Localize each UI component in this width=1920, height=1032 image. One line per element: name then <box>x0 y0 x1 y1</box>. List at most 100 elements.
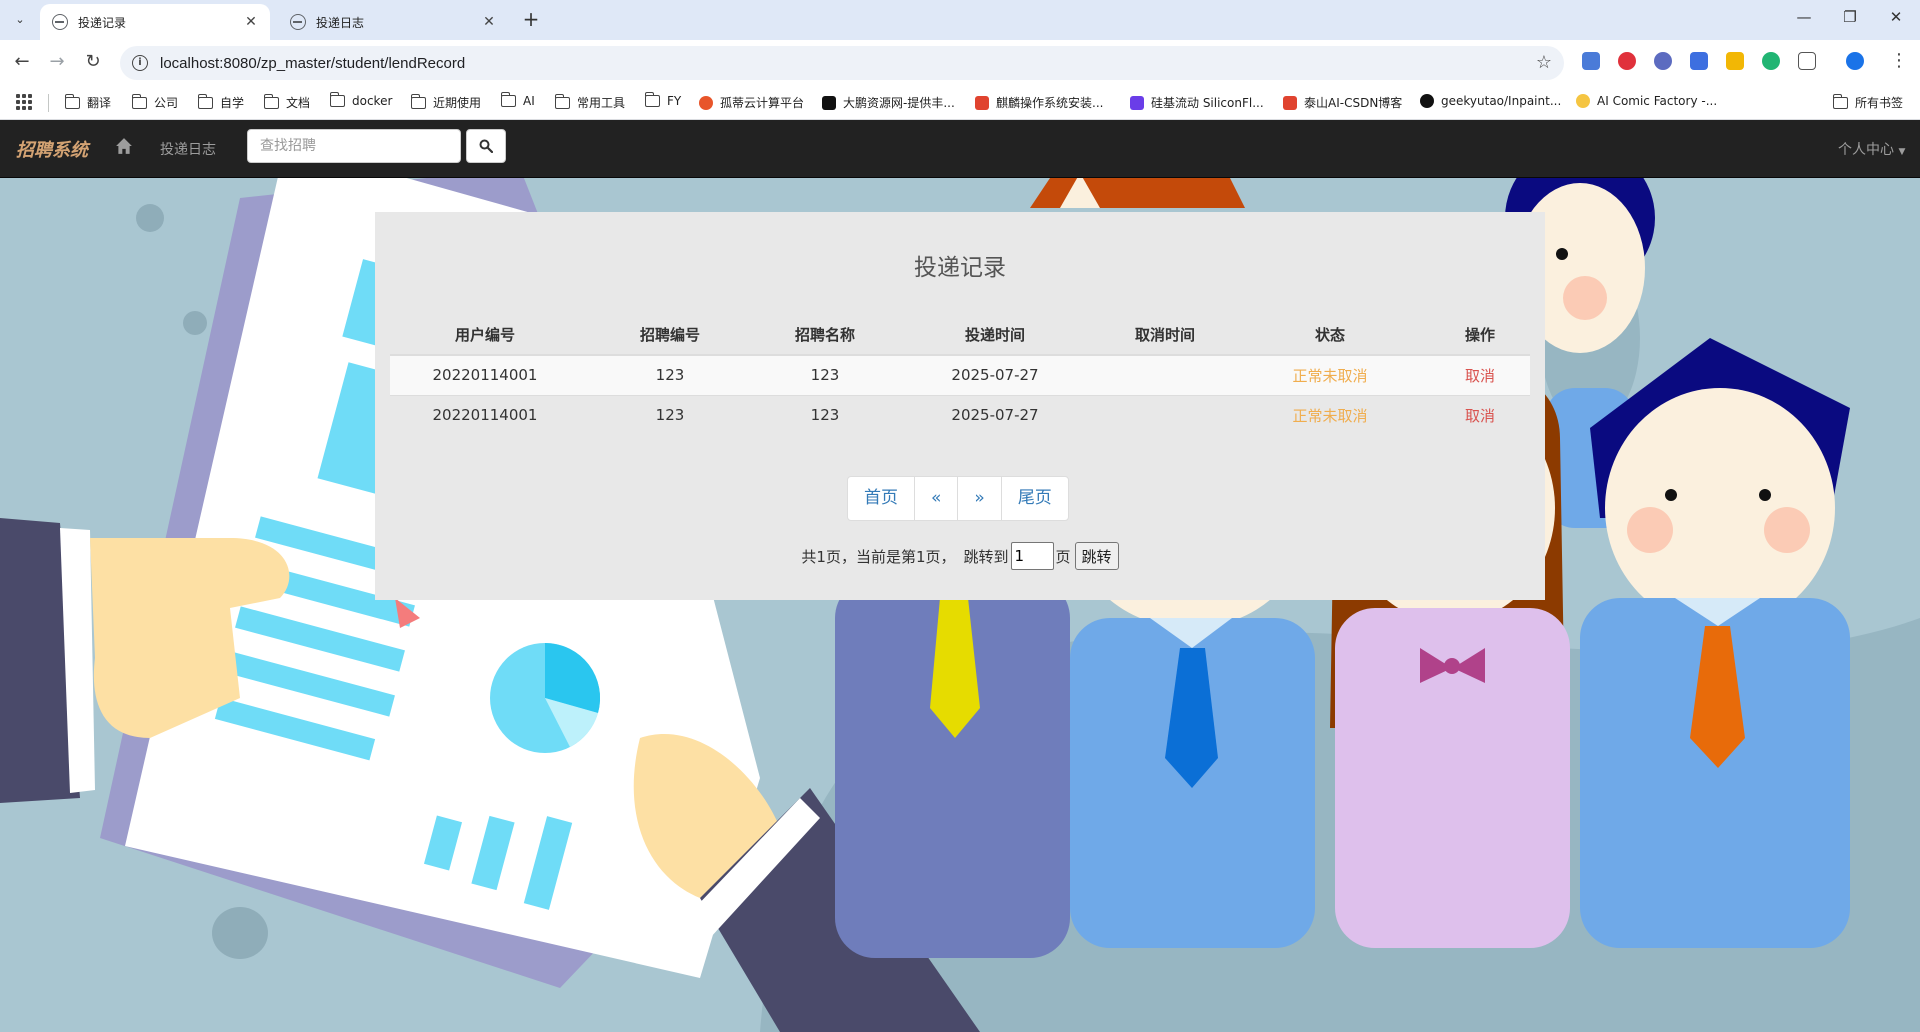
site-icon <box>1576 94 1590 108</box>
cancel-button[interactable]: 取消 <box>1465 367 1495 385</box>
bookmark-folder[interactable]: 自学 <box>197 93 244 111</box>
column-header: 用户编号 <box>390 315 580 356</box>
minimize-button[interactable]: — <box>1794 8 1814 26</box>
divider <box>48 94 49 112</box>
jump-button[interactable]: 跳转 <box>1074 542 1119 570</box>
status-cell: 正常未取消 <box>1230 354 1430 395</box>
page-title: 投递记录 <box>914 255 1006 281</box>
folder-icon <box>197 93 213 109</box>
home-icon[interactable] <box>115 137 133 155</box>
puzzle-icon[interactable] <box>1798 52 1816 70</box>
bookmark-label: 翻译 <box>87 96 112 110</box>
bookmark-folder[interactable]: 翻译 <box>64 93 112 111</box>
site-icon <box>1130 95 1144 110</box>
page-number-input[interactable] <box>1010 542 1054 570</box>
bookmark-folder[interactable]: FY <box>644 92 681 108</box>
extension-icon[interactable] <box>1654 52 1672 70</box>
bookmark-folder[interactable]: AI <box>500 92 535 108</box>
records-panel: 投递记录 用户编号 招聘编号 招聘名称 投递时间 取消时间 状态 操作 2022… <box>375 212 1545 600</box>
bookmark-folder[interactable]: 文档 <box>263 93 310 111</box>
bookmark-label: AI Comic Factory -... <box>1597 94 1718 108</box>
prev-page-button[interactable]: « <box>914 476 959 521</box>
browser-tab-active[interactable]: 投递记录 ✕ <box>40 4 270 40</box>
search-button[interactable] <box>466 129 506 163</box>
bookmark-link[interactable]: geekyutao/Inpaint... <box>1420 94 1561 108</box>
back-button[interactable]: ← <box>10 52 34 72</box>
action-cell: 取消 <box>1430 354 1530 395</box>
forward-button[interactable]: → <box>45 52 69 72</box>
close-icon[interactable]: ✕ <box>480 14 498 30</box>
bookmark-folder[interactable]: 近期使用 <box>410 93 482 111</box>
browser-tab[interactable]: 投递日志 ✕ <box>278 4 508 40</box>
column-header: 状态 <box>1230 315 1430 356</box>
folder-icon <box>1832 93 1848 109</box>
folder-icon <box>644 92 660 107</box>
extension-icon[interactable] <box>1726 52 1744 70</box>
search-input[interactable] <box>247 129 461 163</box>
last-page-button[interactable]: 尾页 <box>1000 476 1069 521</box>
brand-logo[interactable]: 招聘系统 <box>16 136 88 162</box>
folder-icon <box>131 93 147 109</box>
page-unit-label: 页 <box>1055 547 1071 566</box>
bookmark-link[interactable]: 孤蒂云计算平台 <box>699 94 804 111</box>
window-close-button[interactable]: ✕ <box>1886 8 1906 26</box>
extension-icon[interactable] <box>1618 52 1636 70</box>
user-center-dropdown[interactable]: 个人中心 ▼ <box>1838 139 1905 159</box>
new-tab-button[interactable]: + <box>520 9 542 29</box>
search-icon <box>479 139 493 153</box>
address-bar[interactable]: i localhost:8080/zp_master/student/lendR… <box>120 46 1564 80</box>
bookmarks-bar: 翻译 公司 自学 文档 docker 近期使用 AI 常用工具 FY 孤蒂云计算… <box>0 84 1920 120</box>
folder-icon <box>554 93 570 109</box>
folder-icon <box>263 93 279 109</box>
tab-search-button[interactable]: ⌄ <box>8 7 32 31</box>
more-menu-icon[interactable]: ⋮ <box>1890 50 1908 71</box>
browser-tab-strip: ⌄ 投递记录 ✕ 投递日志 ✕ + — ❐ ✕ <box>0 0 1920 40</box>
bookmark-label: AI <box>523 94 535 108</box>
restore-button[interactable]: ❐ <box>1840 8 1860 26</box>
bookmark-label: 泰山AI-CSDN博客 <box>1304 96 1403 110</box>
jump-to-label: 跳转到 <box>963 547 1009 566</box>
extension-icon[interactable] <box>1762 52 1780 70</box>
bookmark-folder[interactable]: 公司 <box>131 93 178 111</box>
cancel-button[interactable]: 取消 <box>1465 407 1495 425</box>
close-icon[interactable]: ✕ <box>242 14 260 30</box>
user-id-cell: 20220114001 <box>390 354 580 395</box>
site-info-icon[interactable]: i <box>132 55 148 71</box>
column-header: 招聘名称 <box>760 315 890 356</box>
bookmark-label: 近期使用 <box>433 96 482 110</box>
nav-apply-log[interactable]: 投递日志 <box>160 139 216 159</box>
bookmark-link[interactable]: 硅基流动 SiliconFl... <box>1130 94 1264 111</box>
bookmark-link[interactable]: AI Comic Factory -... <box>1576 94 1717 108</box>
apply-time-cell: 2025-07-27 <box>890 394 1100 435</box>
bookmark-link[interactable]: 泰山AI-CSDN博客 <box>1283 94 1402 111</box>
page-jump-row: 共1页，当前是第1页， 跳转到 页 跳转 <box>375 542 1545 570</box>
profile-avatar[interactable] <box>1846 52 1864 70</box>
job-id-cell: 123 <box>580 354 760 395</box>
reload-button[interactable]: ↻ <box>81 52 105 72</box>
extension-icon[interactable] <box>1582 52 1600 70</box>
job-name-cell: 123 <box>760 354 890 395</box>
github-icon <box>1420 94 1434 108</box>
first-page-button[interactable]: 首页 <box>847 476 915 521</box>
next-page-button[interactable]: » <box>957 476 1002 521</box>
bookmark-folder[interactable]: 常用工具 <box>554 93 626 111</box>
star-icon[interactable]: ☆ <box>1536 52 1552 73</box>
bookmark-link[interactable]: 麒麟操作系统安装... <box>975 94 1103 111</box>
bookmark-label: 孤蒂云计算平台 <box>720 96 805 110</box>
bookmark-label: 硅基流动 SiliconFl... <box>1151 96 1264 110</box>
site-icon <box>975 95 989 110</box>
bookmark-link[interactable]: 大鹏资源网-提供丰... <box>822 94 955 111</box>
url-text: localhost:8080/zp_master/student/lendRec… <box>160 54 466 72</box>
apps-icon[interactable] <box>16 94 32 110</box>
globe-icon <box>290 14 306 30</box>
bookmark-label: 常用工具 <box>577 96 626 110</box>
browser-toolbar: ← → ↻ i localhost:8080/zp_master/student… <box>0 40 1920 84</box>
status-label: 正常未取消 <box>1292 366 1368 385</box>
pagination: 首页 « » 尾页 <box>847 476 1069 521</box>
column-header: 操作 <box>1430 315 1530 356</box>
bookmark-label: geekyutao/Inpaint... <box>1441 94 1562 108</box>
bookmark-folder[interactable]: docker <box>329 92 392 108</box>
all-bookmarks[interactable]: 所有书签 <box>1832 93 1903 111</box>
extension-icon[interactable] <box>1690 52 1708 70</box>
site-navbar: 招聘系统 投递日志 个人中心 ▼ <box>0 120 1920 178</box>
